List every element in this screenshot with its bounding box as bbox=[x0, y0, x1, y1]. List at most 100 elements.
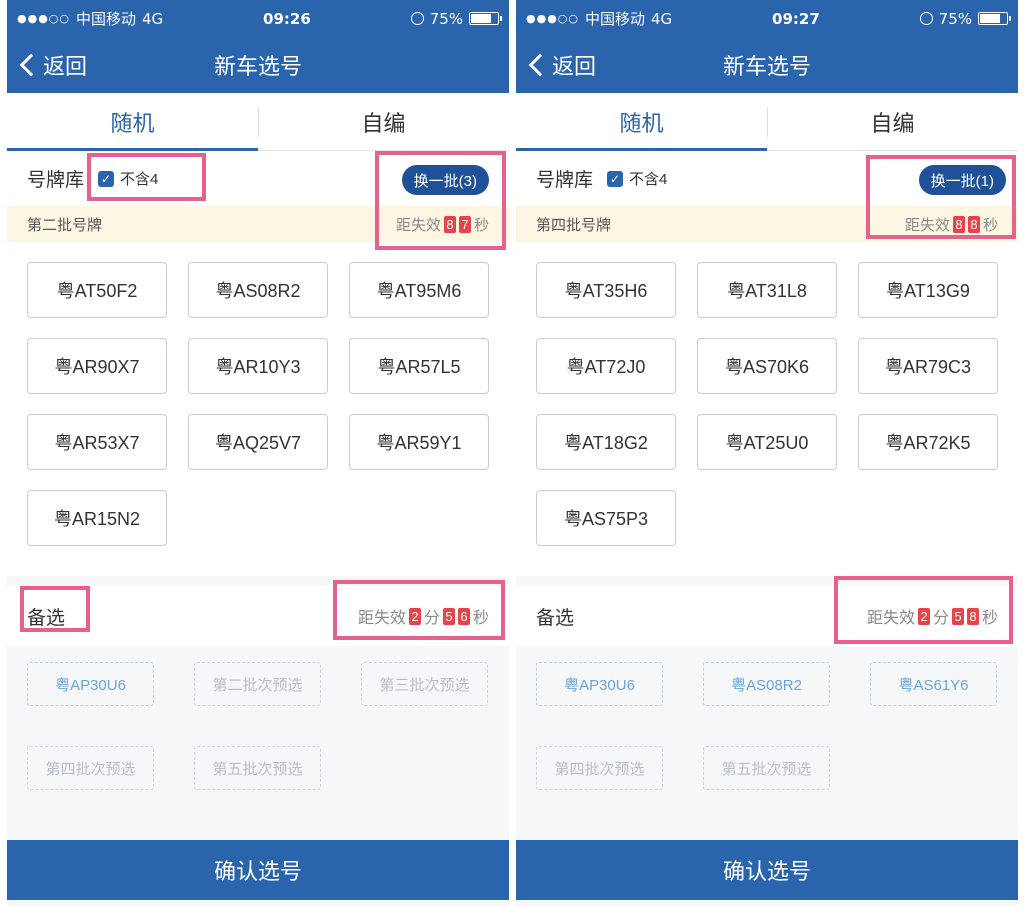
swap-batch-button[interactable]: 换一批(1) bbox=[918, 165, 1006, 195]
carrier-label: 中国移动 bbox=[76, 10, 137, 28]
checkmark-icon: ✓ bbox=[98, 170, 115, 187]
countdown-unit: 秒 bbox=[982, 216, 998, 234]
exclude-4-label: 不含4 bbox=[120, 171, 159, 188]
countdown-digit: 5 bbox=[951, 607, 964, 625]
back-label: 返回 bbox=[552, 54, 597, 79]
page-title: 新车选号 bbox=[722, 55, 811, 80]
confirm-button[interactable]: 确认选号 bbox=[516, 840, 1018, 900]
status-bar: ●●●○○ 中国移动 4G 09:26 75% bbox=[7, 0, 509, 37]
battery-percent: 75% bbox=[429, 9, 463, 28]
countdown-digit: 8 bbox=[966, 607, 979, 625]
plate-option[interactable]: 粤AT18G2 bbox=[536, 414, 676, 470]
countdown-digit: 6 bbox=[457, 607, 470, 625]
batch-bar: 第二批号牌 距失效 8 7 秒 bbox=[7, 206, 509, 242]
alternate-slot[interactable]: 第四批次预选 bbox=[536, 746, 663, 790]
battery-icon bbox=[469, 12, 502, 25]
plate-option[interactable]: 粤AS70K6 bbox=[697, 338, 837, 394]
alternate-grid: 粤AP30U6 粤AS08R2 粤AS61Y6 第四批次预选 第五批次预选 bbox=[536, 662, 998, 790]
plate-option[interactable]: 粤AR79C3 bbox=[858, 338, 998, 394]
chevron-left-icon bbox=[19, 53, 43, 77]
plate-grid: 粤AT50F2 粤AS08R2 粤AT95M6 粤AR90X7 粤AR10Y3 … bbox=[27, 262, 489, 546]
countdown-unit: 秒 bbox=[981, 610, 998, 627]
countdown-unit: 分 bbox=[423, 610, 440, 627]
plate-option[interactable]: 粤AR90X7 bbox=[27, 338, 167, 394]
countdown-digit: 2 bbox=[408, 607, 421, 625]
back-button[interactable]: 返回 bbox=[526, 37, 596, 93]
plate-option[interactable]: 粤AR15N2 bbox=[27, 490, 167, 546]
plate-option[interactable]: 粤AR59Y1 bbox=[349, 414, 489, 470]
alternate-slot[interactable]: 第五批次预选 bbox=[703, 746, 830, 790]
alternate-countdown: 距失效 2 分 5 8 秒 bbox=[867, 604, 998, 628]
alternate-header: 备选 距失效 2 分 5 8 秒 bbox=[516, 586, 1018, 646]
screen-right: ●●●○○ 中国移动 4G 09:27 75% 返回 新车选号 随机 自编 号牌… bbox=[516, 0, 1018, 906]
tab-random[interactable]: 随机 bbox=[516, 93, 767, 151]
battery-icon bbox=[978, 12, 1011, 25]
alternate-title: 备选 bbox=[27, 606, 66, 629]
tab-bar: 随机 自编 bbox=[7, 93, 509, 151]
plate-option[interactable]: 粤AT35H6 bbox=[536, 262, 676, 318]
signal-icon: ●●●○○ bbox=[526, 12, 579, 25]
plate-option[interactable]: 粤AQ25V7 bbox=[188, 414, 328, 470]
batch-bar: 第四批号牌 距失效 8 8 秒 bbox=[516, 206, 1018, 242]
countdown-digit: 5 bbox=[442, 607, 455, 625]
countdown-prefix: 距失效 bbox=[866, 610, 915, 627]
nav-bar: 返回 新车选号 bbox=[7, 37, 509, 93]
plate-option[interactable]: 粤AT13G9 bbox=[858, 262, 998, 318]
alternate-slot[interactable]: 粤AS61Y6 bbox=[870, 662, 997, 706]
tab-custom[interactable]: 自编 bbox=[767, 93, 1018, 150]
chevron-left-icon bbox=[528, 53, 552, 77]
alternate-slot[interactable]: 第五批次预选 bbox=[194, 746, 321, 790]
plate-option[interactable]: 粤AT31L8 bbox=[697, 262, 837, 318]
batch-label: 第二批号牌 bbox=[27, 216, 103, 234]
alternate-slot[interactable]: 粤AS08R2 bbox=[703, 662, 830, 706]
plate-grid: 粤AT35H6 粤AT31L8 粤AT13G9 粤AT72J0 粤AS70K6 … bbox=[536, 262, 998, 546]
tab-custom[interactable]: 自编 bbox=[258, 93, 509, 150]
plate-area: 粤AT50F2 粤AS08R2 粤AT95M6 粤AR90X7 粤AR10Y3 … bbox=[7, 242, 509, 576]
battery-percent: 75% bbox=[938, 9, 972, 28]
plate-option[interactable]: 粤AS08R2 bbox=[188, 262, 328, 318]
alternate-area: 粤AP30U6 第二批次预选 第三批次预选 第四批次预选 第五批次预选 bbox=[7, 646, 509, 826]
alternate-slot[interactable]: 第二批次预选 bbox=[194, 662, 321, 706]
countdown-digit: 2 bbox=[917, 607, 930, 625]
nav-bar: 返回 新车选号 bbox=[516, 37, 1018, 93]
batch-label: 第四批号牌 bbox=[536, 216, 612, 234]
plate-option[interactable]: 粤AR57L5 bbox=[349, 338, 489, 394]
plate-library-header: 号牌库 ✓ 不含4 换一批(3) bbox=[7, 151, 509, 206]
network-label: 4G bbox=[142, 9, 164, 28]
countdown-prefix: 距失效 bbox=[395, 216, 441, 234]
plate-option[interactable]: 粤AR53X7 bbox=[27, 414, 167, 470]
tab-bar: 随机 自编 bbox=[516, 93, 1018, 151]
back-button[interactable]: 返回 bbox=[17, 37, 87, 93]
tab-random[interactable]: 随机 bbox=[7, 93, 258, 151]
exclude-4-checkbox[interactable]: ✓ 不含4 bbox=[607, 168, 667, 189]
plate-option[interactable]: 粤AT25U0 bbox=[697, 414, 837, 470]
clock: 09:27 bbox=[772, 9, 820, 28]
alternate-header: 备选 距失效 2 分 5 6 秒 bbox=[7, 586, 509, 646]
countdown-digit: 7 bbox=[458, 215, 471, 233]
plate-option[interactable]: 粤AR72K5 bbox=[858, 414, 998, 470]
plate-option[interactable]: 粤AT72J0 bbox=[536, 338, 676, 394]
alternate-slot[interactable]: 第四批次预选 bbox=[27, 746, 154, 790]
alternate-grid: 粤AP30U6 第二批次预选 第三批次预选 第四批次预选 第五批次预选 bbox=[27, 662, 489, 790]
plate-option[interactable]: 粤AS75P3 bbox=[536, 490, 676, 546]
countdown-prefix: 距失效 bbox=[357, 610, 406, 627]
screen-left: ●●●○○ 中国移动 4G 09:26 75% 返回 新车选号 随机 自编 号牌… bbox=[7, 0, 509, 906]
status-bar: ●●●○○ 中国移动 4G 09:27 75% bbox=[516, 0, 1018, 37]
swap-batch-button[interactable]: 换一批(3) bbox=[401, 165, 489, 195]
plate-option[interactable]: 粤AT50F2 bbox=[27, 262, 167, 318]
plate-library-title: 号牌库 bbox=[27, 169, 85, 191]
network-label: 4G bbox=[651, 9, 673, 28]
countdown-digit: 8 bbox=[952, 215, 965, 233]
plate-option[interactable]: 粤AR10Y3 bbox=[188, 338, 328, 394]
alternate-slot[interactable]: 粤AP30U6 bbox=[27, 662, 154, 706]
alternate-slot[interactable]: 粤AP30U6 bbox=[536, 662, 663, 706]
exclude-4-checkbox[interactable]: ✓ 不含4 bbox=[98, 168, 158, 189]
alternate-title: 备选 bbox=[536, 606, 575, 629]
countdown-digit: 8 bbox=[967, 215, 980, 233]
confirm-button[interactable]: 确认选号 bbox=[7, 840, 509, 900]
plate-library-title: 号牌库 bbox=[536, 169, 594, 191]
plate-library-header: 号牌库 ✓ 不含4 换一批(1) bbox=[516, 151, 1018, 206]
plate-option[interactable]: 粤AT95M6 bbox=[349, 262, 489, 318]
countdown-unit: 分 bbox=[932, 610, 949, 627]
alternate-slot[interactable]: 第三批次预选 bbox=[361, 662, 488, 706]
